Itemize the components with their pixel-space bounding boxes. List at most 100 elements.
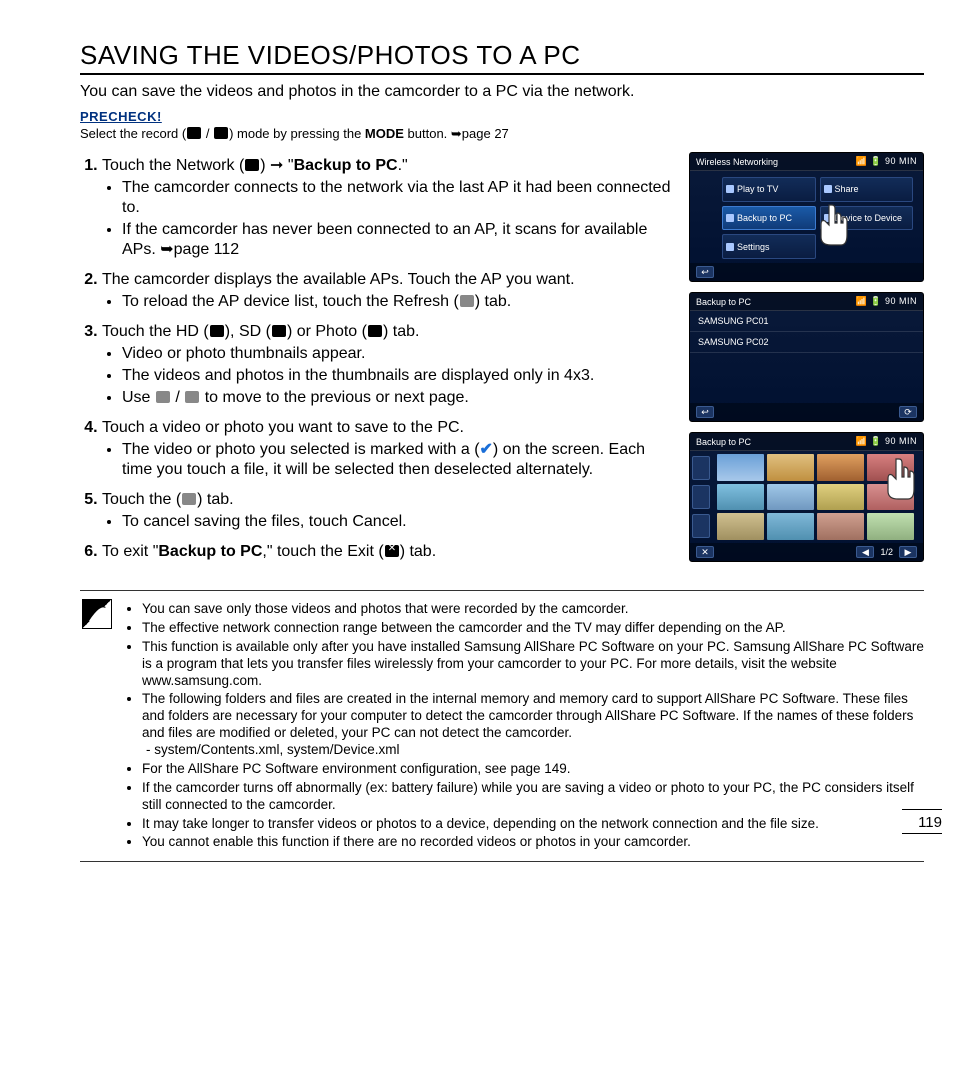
page-title: SAVING THE VIDEOS/PHOTOS TO A PC: [80, 40, 924, 75]
note-item: It may take longer to transfer videos or…: [142, 816, 924, 833]
note-item: The following folders and files are crea…: [142, 691, 924, 759]
s6-bold: Backup to PC: [158, 543, 262, 560]
prev-page-button[interactable]: ◀: [856, 546, 874, 558]
thumbnail[interactable]: [717, 513, 764, 540]
s3a: Touch the HD (: [102, 323, 209, 340]
screen-backup-device-list: Backup to PC 📶 🔋 90 MIN SAMSUNG PC01 SAM…: [689, 292, 924, 422]
refresh-button[interactable]: ⟳: [899, 406, 917, 418]
thumbnail[interactable]: [817, 513, 864, 540]
thumbnail[interactable]: [767, 484, 814, 511]
precheck-mid: ) mode by pressing the: [229, 126, 365, 141]
screen3-status: 📶 🔋 90 MIN: [856, 436, 917, 447]
photo-mode-icon: [214, 127, 228, 139]
thumbnail[interactable]: [767, 454, 814, 481]
s4-b1: The video or photo you selected is marke…: [122, 440, 677, 480]
photo-tab[interactable]: [692, 514, 710, 538]
note-item: You cannot enable this function if there…: [142, 834, 924, 851]
thumbnail[interactable]: [767, 513, 814, 540]
s3-b3b: to move to the previous or next page.: [200, 389, 469, 406]
s6a: To exit ": [102, 543, 158, 560]
tile-share[interactable]: Share: [820, 177, 914, 202]
precheck-prefix: Select the record (: [80, 126, 186, 141]
step-3: Touch the HD (), SD () or Photo () tab. …: [102, 322, 677, 408]
s3-b2: The videos and photos in the thumbnails …: [122, 366, 677, 386]
hd-icon: [210, 325, 224, 337]
step-2: The camcorder displays the available APs…: [102, 270, 677, 312]
screen1-title: Wireless Networking: [696, 157, 778, 167]
screen2-time: 90 MIN: [885, 296, 917, 306]
exit-icon: ✕: [385, 545, 399, 557]
s3c: ) or Photo (: [287, 323, 367, 340]
s1-b1: The camcorder connects to the network vi…: [122, 178, 677, 218]
s4-text: Touch a video or photo you want to save …: [102, 419, 464, 436]
s5-b1: To cancel saving the files, touch Cancel…: [122, 512, 677, 532]
s3b: ), SD (: [225, 323, 271, 340]
back-button[interactable]: ↩: [696, 406, 714, 418]
note4-sub: - system/Contents.xml, system/Device.xml: [142, 742, 924, 759]
precheck-suffix: button. ➥page 27: [404, 126, 509, 141]
s3d: ) tab.: [383, 323, 419, 340]
note4-text: The following folders and files are crea…: [142, 691, 913, 740]
screen3-time: 90 MIN: [885, 436, 917, 446]
tile-backup-to-pc[interactable]: Backup to PC: [722, 206, 816, 231]
s1-prefix: Touch the Network (: [102, 157, 244, 174]
step-4: Touch a video or photo you want to save …: [102, 418, 677, 480]
thumbnail[interactable]: [717, 484, 764, 511]
s2-b1a: To reload the AP device list, touch the …: [122, 293, 459, 310]
thumbnail[interactable]: [867, 513, 914, 540]
network-icon: [245, 159, 259, 171]
thumbnail[interactable]: [867, 454, 914, 481]
s1-mid: ) ➞ ": [260, 157, 293, 174]
steps-list: Touch the Network () ➞ "Backup to PC." T…: [80, 152, 677, 572]
note-item: The effective network connection range b…: [142, 620, 924, 637]
screen2-title: Backup to PC: [696, 297, 751, 307]
s1-b2: If the camcorder has never been connecte…: [122, 220, 677, 260]
next-page-button[interactable]: ▶: [899, 546, 917, 558]
check-icon: ✔: [480, 441, 493, 458]
screen1-time: 90 MIN: [885, 156, 917, 166]
screen3-title: Backup to PC: [696, 437, 751, 447]
s5a: Touch the (: [102, 491, 181, 508]
step-5: Touch the () tab. To cancel saving the f…: [102, 490, 677, 532]
s6c: ) tab.: [400, 543, 436, 560]
notes-box: You can save only those videos and photo…: [80, 590, 924, 862]
s3-b3: Use / to move to the previous or next pa…: [122, 388, 677, 408]
note-item: For the AllShare PC Software environment…: [142, 761, 924, 778]
precheck-heading: PRECHECK!: [80, 109, 924, 124]
thumbnail[interactable]: [817, 484, 864, 511]
tile-settings[interactable]: Settings: [722, 234, 816, 259]
save-tab-icon: [182, 493, 196, 505]
video-mode-icon: [187, 127, 201, 139]
sd-tab[interactable]: [692, 485, 710, 509]
page-number: 119: [902, 809, 942, 834]
s3-b3a: Use: [122, 389, 155, 406]
s2-b1: To reload the AP device list, touch the …: [122, 292, 677, 312]
screen2-status: 📶 🔋 90 MIN: [856, 296, 917, 307]
device-list-item[interactable]: SAMSUNG PC02: [690, 332, 923, 353]
note-item: If the camcorder turns off abnormally (e…: [142, 780, 924, 814]
step-1: Touch the Network ( ) ➞ "Backup to PC." T…: [102, 156, 677, 260]
s4-b1a: The video or photo you selected is marke…: [122, 441, 480, 458]
s1-bold: Backup to PC: [294, 157, 398, 174]
note-item: This function is available only after yo…: [142, 639, 924, 690]
s6b: ," touch the Exit (: [262, 543, 383, 560]
thumbnail[interactable]: [867, 484, 914, 511]
note-item: You can save only those videos and photo…: [142, 601, 924, 618]
page-number-value: 119: [918, 814, 942, 831]
next-icon: [185, 391, 199, 403]
tile-play-to-tv[interactable]: Play to TV: [722, 177, 816, 202]
mode-label: MODE: [365, 126, 404, 141]
back-button[interactable]: ↩: [696, 266, 714, 278]
close-button[interactable]: ✕: [696, 546, 714, 558]
step-6: To exit "Backup to PC," touch the Exit (…: [102, 542, 677, 562]
screen1-status: 📶 🔋 90 MIN: [856, 156, 917, 167]
thumbnail[interactable]: [817, 454, 864, 481]
s1-suffix: .": [398, 157, 408, 174]
device-list-item[interactable]: SAMSUNG PC01: [690, 311, 923, 332]
thumbnail[interactable]: [717, 454, 764, 481]
screen-wireless-networking: Wireless Networking 📶 🔋 90 MIN Play to T…: [689, 152, 924, 282]
intro-text: You can save the videos and photos in th…: [80, 83, 924, 101]
s2-b1b: ) tab.: [475, 293, 511, 310]
hd-tab[interactable]: [692, 456, 710, 480]
tile-device-to-device[interactable]: Device to Device: [820, 206, 914, 231]
